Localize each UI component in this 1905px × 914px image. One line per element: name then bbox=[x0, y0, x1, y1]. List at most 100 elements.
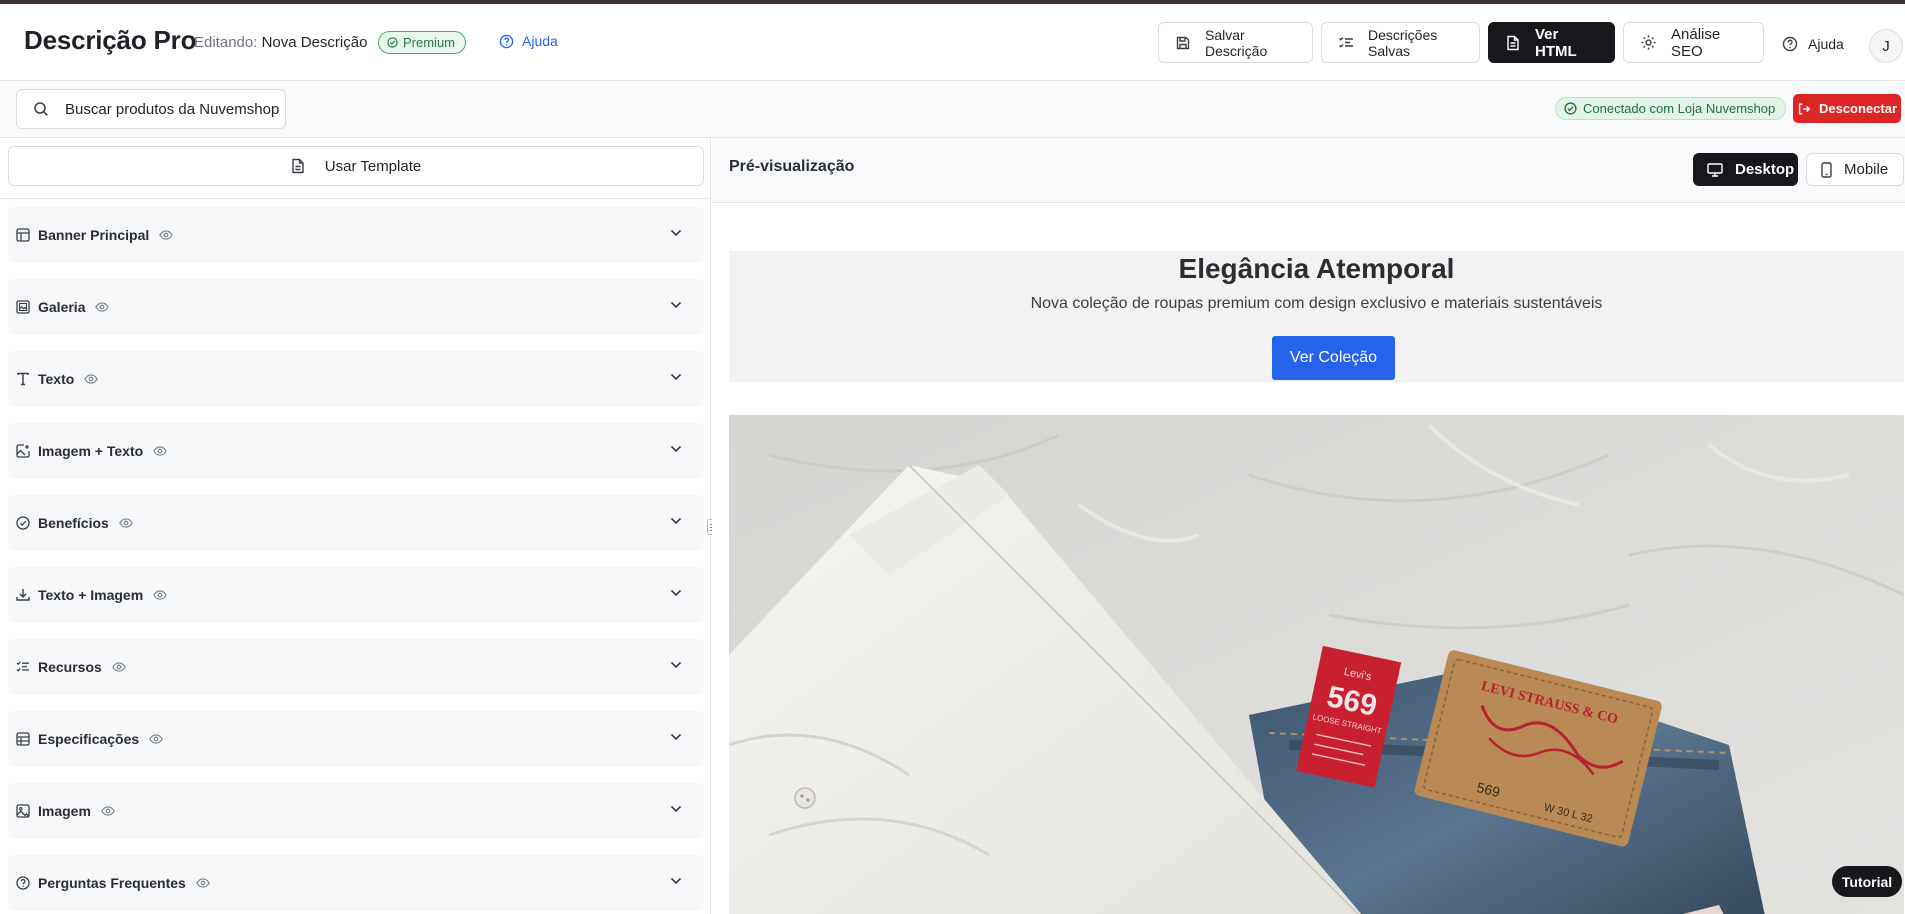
saved-descriptions-label: Descrições Salvas bbox=[1368, 26, 1438, 59]
disconnect-label: Desconectar bbox=[1818, 101, 1898, 116]
eye-icon[interactable] bbox=[153, 446, 167, 456]
divider bbox=[0, 198, 710, 199]
mobile-view-label: Mobile bbox=[1844, 161, 1889, 178]
save-description-button[interactable]: Salvar Descrição bbox=[1158, 22, 1313, 63]
chevron-down-icon[interactable] bbox=[670, 445, 682, 453]
gallery-icon bbox=[16, 300, 30, 314]
view-collection-button[interactable]: Ver Coleção bbox=[1272, 336, 1395, 380]
image-plus-icon bbox=[16, 444, 30, 458]
use-template-label: Usar Template bbox=[324, 157, 422, 175]
app-title: Descrição Pro bbox=[24, 25, 197, 55]
logout-icon bbox=[1797, 102, 1811, 116]
chevron-down-icon[interactable] bbox=[670, 301, 682, 309]
seo-analysis-button[interactable]: Análise SEO bbox=[1623, 22, 1764, 63]
preview-panel: Pré-visualização Desktop Mobile Elegânci… bbox=[712, 138, 1905, 914]
list-check-icon bbox=[16, 660, 30, 674]
section-beneficios[interactable]: Benefícios bbox=[8, 495, 704, 551]
disconnect-button[interactable]: Desconectar bbox=[1793, 94, 1901, 123]
download-icon bbox=[16, 588, 30, 602]
chevron-down-icon[interactable] bbox=[670, 877, 682, 885]
chevron-down-icon[interactable] bbox=[670, 589, 682, 597]
section-label: Banner Principal bbox=[38, 227, 150, 243]
view-html-button[interactable]: Ver HTML bbox=[1488, 22, 1615, 63]
tutorial-button[interactable]: Tutorial bbox=[1832, 866, 1902, 897]
file-code-icon bbox=[1505, 35, 1521, 51]
section-perguntas-frequentes[interactable]: Perguntas Frequentes bbox=[8, 855, 704, 911]
desktop-view-label: Desktop bbox=[1735, 161, 1795, 178]
product-search-label: Buscar produtos da Nuvemshop bbox=[65, 100, 280, 118]
section-label: Benefícios bbox=[38, 515, 109, 531]
table-icon bbox=[16, 732, 30, 746]
eye-icon[interactable] bbox=[112, 662, 126, 672]
mobile-view-button[interactable]: Mobile bbox=[1806, 153, 1904, 186]
chevron-down-icon[interactable] bbox=[670, 517, 682, 525]
section-banner-principal[interactable]: Banner Principal bbox=[8, 207, 704, 263]
eye-icon[interactable] bbox=[95, 302, 110, 312]
eye-icon[interactable] bbox=[119, 518, 133, 528]
section-label: Texto bbox=[38, 371, 75, 387]
view-html-label: Ver HTML bbox=[1535, 25, 1577, 60]
eye-icon[interactable] bbox=[196, 878, 210, 888]
check-circle-icon bbox=[387, 37, 398, 48]
chevron-down-icon[interactable] bbox=[670, 373, 682, 381]
preview-toolbar: Pré-visualização Desktop Mobile bbox=[712, 138, 1905, 203]
section-label: Recursos bbox=[38, 659, 102, 675]
editor-panel: Usar Template Banner Principal Galeria T… bbox=[0, 138, 711, 914]
search-icon bbox=[33, 101, 49, 117]
gear-icon bbox=[1640, 34, 1657, 51]
saved-descriptions-button[interactable]: Descrições Salvas bbox=[1321, 22, 1480, 63]
section-label: Galeria bbox=[38, 299, 86, 315]
help-link[interactable]: Ajuda bbox=[499, 33, 558, 49]
clothing-photo: Levi's 569 LOOSE STRAIGHT LEVI STRAUSS &… bbox=[729, 415, 1904, 914]
editing-label: Editando: bbox=[194, 34, 258, 51]
section-texto-imagem[interactable]: Texto + Imagem bbox=[8, 567, 704, 623]
section-galeria[interactable]: Galeria bbox=[8, 279, 704, 335]
chevron-down-icon[interactable] bbox=[670, 661, 682, 669]
preview-banner: Elegância Atemporal Nova coleção de roup… bbox=[729, 251, 1904, 382]
connection-status-label: Conectado com Loja Nuvemshop bbox=[1583, 101, 1776, 116]
eye-icon[interactable] bbox=[153, 590, 167, 600]
store-toolbar: Buscar produtos da Nuvemshop Conectado c… bbox=[0, 81, 1905, 138]
header-help-label: Ajuda bbox=[1808, 36, 1844, 52]
eye-icon[interactable] bbox=[159, 230, 174, 240]
eye-icon[interactable] bbox=[101, 806, 115, 816]
product-search-button[interactable]: Buscar produtos da Nuvemshop bbox=[16, 89, 286, 129]
help-circle-icon bbox=[1782, 36, 1798, 52]
section-imagem-texto[interactable]: Imagem + Texto bbox=[8, 423, 704, 479]
chevron-down-icon[interactable] bbox=[670, 229, 682, 237]
banner-subtitle: Nova coleção de roupas premium com desig… bbox=[1030, 295, 1603, 312]
help-circle-icon bbox=[16, 876, 30, 890]
check-circle-icon bbox=[1564, 102, 1577, 115]
smartphone-icon bbox=[1821, 161, 1832, 178]
premium-badge: Premium bbox=[378, 31, 467, 54]
chevron-down-icon[interactable] bbox=[670, 805, 682, 813]
list-check-icon bbox=[1338, 35, 1354, 51]
eye-icon[interactable] bbox=[84, 374, 99, 384]
user-avatar[interactable]: J bbox=[1869, 29, 1903, 63]
banner-title: Elegância Atemporal bbox=[1178, 253, 1455, 284]
seo-analysis-label: Análise SEO bbox=[1671, 25, 1721, 60]
desktop-view-button[interactable]: Desktop bbox=[1693, 153, 1798, 186]
section-recursos[interactable]: Recursos bbox=[8, 639, 704, 695]
section-label: Imagem + Texto bbox=[38, 443, 144, 459]
preview-product-image: Levi's 569 LOOSE STRAIGHT LEVI STRAUSS &… bbox=[729, 415, 1904, 914]
eye-icon[interactable] bbox=[149, 734, 163, 744]
save-icon bbox=[1175, 35, 1191, 51]
header-help-button[interactable]: Ajuda bbox=[1782, 36, 1844, 52]
section-especificacoes[interactable]: Especificações bbox=[8, 711, 704, 767]
use-template-button[interactable]: Usar Template bbox=[8, 146, 704, 186]
section-texto[interactable]: Texto bbox=[8, 351, 704, 407]
section-imagem[interactable]: Imagem bbox=[8, 783, 704, 839]
connection-status-badge: Conectado com Loja Nuvemshop bbox=[1555, 97, 1787, 120]
chevron-down-icon[interactable] bbox=[670, 733, 682, 741]
image-icon bbox=[16, 804, 30, 818]
app-header: Descrição Pro Editando: Nova Descrição P… bbox=[0, 4, 1905, 81]
section-label: Perguntas Frequentes bbox=[38, 875, 186, 891]
save-description-label: Salvar Descrição bbox=[1205, 26, 1268, 59]
help-circle-icon bbox=[499, 34, 514, 49]
section-label: Especificações bbox=[38, 731, 140, 747]
editing-name: Nova Descrição bbox=[261, 34, 368, 51]
help-link-label: Ajuda bbox=[522, 33, 558, 49]
section-label: Imagem bbox=[38, 803, 91, 819]
text-icon bbox=[16, 372, 30, 386]
